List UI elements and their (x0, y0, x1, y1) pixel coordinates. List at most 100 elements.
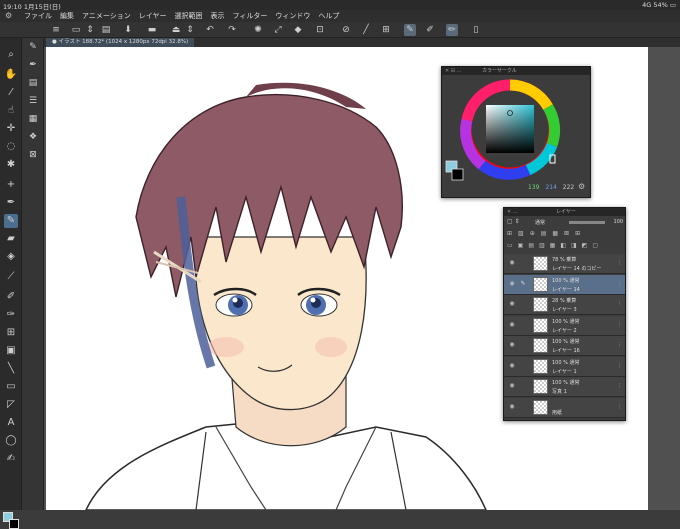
panel-close-icon[interactable]: ✕ ⊟ ... (445, 67, 461, 75)
transform-icon[interactable]: ⤢ (272, 24, 284, 36)
frame-icon[interactable]: ▭ (4, 380, 18, 394)
layer-row[interactable]: ◉ ✎ 100 % 通常 レイヤー 14 ⋮ (504, 274, 625, 295)
folder-subtool-icon[interactable]: ▤ (26, 76, 40, 90)
layer-command-icons[interactable]: ▭▣▤▥▦◧◨◩▢ (507, 242, 623, 252)
loading-icon[interactable]: ✺ (252, 24, 264, 36)
layer-row[interactable]: ◉ 100 % 通常 レイヤー 16 ⋮ (504, 336, 625, 356)
grid-icon[interactable]: ⊞ (4, 326, 18, 340)
hand-icon[interactable]: ☝ (4, 104, 18, 118)
visibility-eye-icon[interactable]: ◉ (508, 259, 516, 267)
layer-row[interactable]: ◉ 100 % 通常 レイヤー 1 ⋮ (504, 356, 625, 377)
layer-property-icons[interactable]: ⊞▧⊕▤▦⊠⊞ (507, 230, 623, 240)
hamburger-icon[interactable]: ≡ (50, 24, 62, 36)
move-icon[interactable]: ✛ (4, 122, 18, 136)
menu-view[interactable]: 表示 (207, 11, 229, 21)
layer-menu-icon[interactable]: ⋮ (617, 281, 622, 287)
stepper-icon[interactable]: ⇕ (84, 24, 96, 36)
opacity-slider[interactable] (569, 221, 605, 224)
line-icon[interactable]: ╲ (4, 362, 18, 376)
ruler-icon[interactable]: ╱ (360, 24, 372, 36)
export-icon[interactable]: ⏏ (170, 24, 182, 36)
color-wheel[interactable]: 139 214 222 ⚙ (442, 75, 590, 197)
visibility-eye-icon[interactable]: ◉ (508, 382, 516, 390)
layer-menu-icon[interactable]: ⋮ (617, 383, 622, 389)
zoom-icon[interactable]: ⌕ (4, 48, 18, 62)
magic-wand-icon[interactable]: ✱ (4, 158, 18, 172)
navigator-icon[interactable]: ⊠ (26, 148, 40, 162)
material-icon[interactable]: ❖ (26, 130, 40, 144)
blend-icon[interactable]: ⟋ (4, 270, 18, 284)
redo-icon[interactable]: ↷ (226, 24, 238, 36)
menu-file[interactable]: ファイル (20, 11, 56, 21)
layer-menu-icon[interactable]: ⋮ (617, 301, 622, 307)
visibility-eye-icon[interactable]: ◉ (508, 321, 516, 329)
brush-icon[interactable]: ✐ (4, 290, 18, 304)
tablet-icon[interactable]: ▯ (470, 24, 482, 36)
layer-menu-icon[interactable]: ⋮ (617, 363, 622, 369)
pencil-icon[interactable]: ✎ (4, 214, 18, 228)
text-icon[interactable]: A (4, 416, 18, 430)
eraser-icon[interactable]: ▰ (4, 232, 18, 246)
layer-menu-icon[interactable]: ⋮ (617, 260, 622, 266)
snap-icon[interactable]: ⊞ (380, 24, 392, 36)
layer-menu-icon[interactable]: ⋮ (617, 322, 622, 328)
stabilizer-icon[interactable]: ✏ (446, 24, 458, 36)
move-view-icon[interactable]: ✋ (4, 68, 18, 82)
draw-mode-icon[interactable]: ✎ (404, 24, 416, 36)
select-tool-icon[interactable]: ⊘ (340, 24, 352, 36)
layer-row[interactable]: ◉ 100 % 通常 写真 1 ⋮ (504, 377, 625, 397)
dropdown-icon[interactable]: ⇕ (184, 24, 196, 36)
layer-menu-icon[interactable]: ⋮ (617, 404, 622, 410)
open-folder-icon[interactable]: ▬ (146, 24, 158, 36)
pencil-subtool-icon[interactable]: ✎ (26, 40, 40, 54)
menu-edit[interactable]: 編集 (56, 11, 78, 21)
layer-row[interactable]: ◉ 用紙 ⋮ (504, 397, 625, 418)
pen-subtool-icon[interactable]: ✒ (26, 58, 40, 72)
layer-panel-titlebar[interactable]: ✕ ... レイヤー (504, 208, 625, 216)
new-file-icon[interactable]: ▭ (70, 24, 82, 36)
correct-line-icon[interactable]: ✍ (4, 452, 18, 466)
settings-icon[interactable]: ⚙ (578, 182, 585, 191)
visibility-eye-icon[interactable]: ◉ (508, 362, 516, 370)
visibility-eye-icon[interactable]: ◉ (508, 341, 516, 349)
pen-pressure-icon[interactable]: ✐ (424, 24, 436, 36)
document-icon[interactable]: ▤ (100, 24, 112, 36)
blend-mode-select[interactable]: 通常 (535, 219, 545, 226)
pen-icon[interactable]: ✒ (4, 196, 18, 210)
crop-icon[interactable]: ⊡ (314, 24, 326, 36)
layer-row[interactable]: ◉ 28 % 乗算 レイヤー 3 ⋮ (504, 295, 625, 315)
menu-layer[interactable]: レイヤー (135, 11, 171, 21)
eyedropper-icon[interactable]: ⁄ (4, 86, 18, 100)
menu-animation[interactable]: アニメーション (78, 11, 135, 21)
blend-dropdown-icon[interactable]: ▢ ⇕ (507, 218, 520, 225)
plus-icon[interactable]: + (4, 178, 18, 192)
document-tab[interactable]: ● イラスト 188.72* (1024 x 1280px 72dpi 32.8… (46, 38, 195, 47)
doc-subtool-icon[interactable]: ▦ (26, 112, 40, 126)
menu-filter[interactable]: フィルター (229, 11, 272, 21)
layer-menu-icon[interactable]: ⋮ (617, 342, 622, 348)
bucket-icon[interactable]: ◈ (4, 250, 18, 264)
visibility-eye-icon[interactable]: ◉ (508, 403, 516, 411)
ruler-tool-icon[interactable]: ◸ (4, 398, 18, 412)
lasso-icon[interactable]: ◌ (4, 140, 18, 154)
menu-help[interactable]: ヘルプ (314, 11, 343, 21)
layer-subtool-icon[interactable]: ☰ (26, 94, 40, 108)
fill-icon[interactable]: ◆ (292, 24, 304, 36)
layer-panel-close-icon[interactable]: ✕ ... (507, 208, 518, 216)
visibility-eye-icon[interactable]: ◉ (508, 280, 516, 288)
color-panel-titlebar[interactable]: ✕ ⊟ ... カラーサークル (442, 67, 590, 75)
layer-row[interactable]: ◉ 78 % 乗算 レイヤー 14 のコピー ⋮ (504, 254, 625, 274)
menu-window[interactable]: ウィンドウ (271, 11, 314, 21)
sub-color-chip[interactable] (451, 168, 464, 181)
gradient-icon[interactable]: ▣ (4, 344, 18, 358)
airbrush-icon[interactable]: ✑ (4, 308, 18, 322)
visibility-eye-icon[interactable]: ◉ (508, 300, 516, 308)
sub-color-swatch[interactable] (9, 519, 19, 529)
menu-selection[interactable]: 選択範囲 (171, 11, 207, 21)
opacity-value[interactable]: 100 (613, 219, 623, 225)
layer-row[interactable]: ◉ 100 % 通常 レイヤー 2 ⋮ (504, 315, 625, 336)
undo-icon[interactable]: ↶ (204, 24, 216, 36)
gear-icon[interactable]: ⚙ (5, 11, 12, 20)
balloon-icon[interactable]: ◯ (4, 434, 18, 448)
save-icon[interactable]: ⬇ (122, 24, 134, 36)
